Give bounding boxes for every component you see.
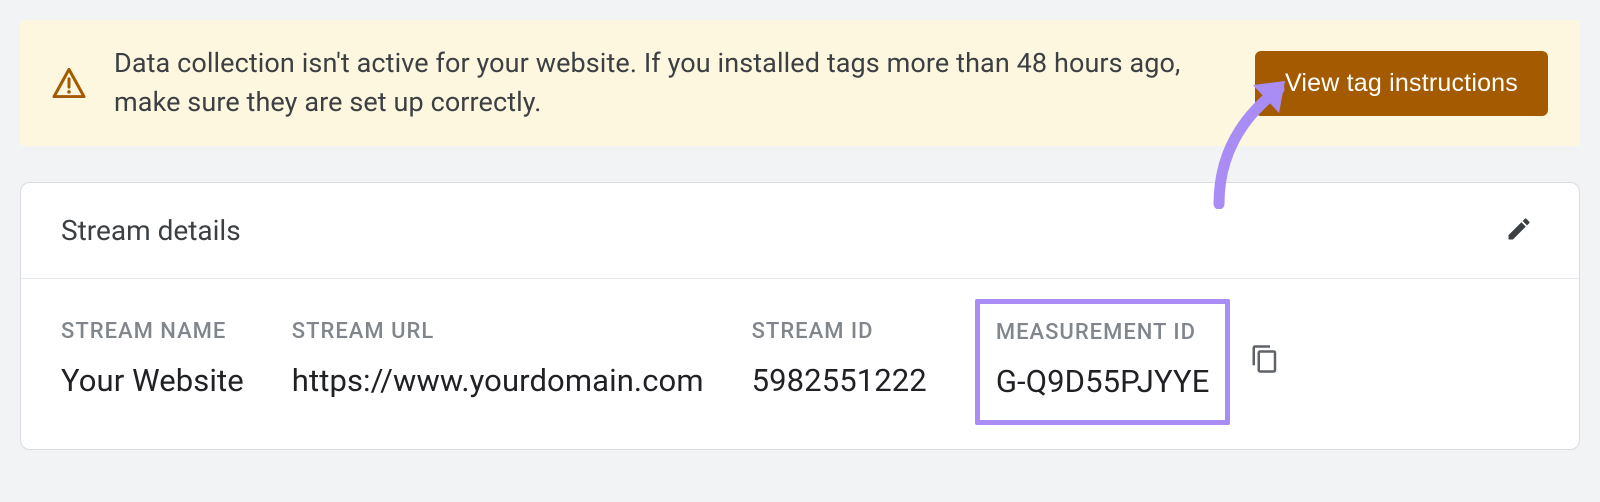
- field-label: STREAM ID: [752, 319, 927, 344]
- stream-id-field: STREAM ID 5982551222: [752, 319, 927, 399]
- field-value: Your Website: [61, 362, 244, 399]
- stream-url-field: STREAM URL https://www.yourdomain.com: [292, 319, 704, 399]
- banner-message: Data collection isn't active for your we…: [114, 44, 1227, 122]
- warning-icon: [52, 68, 86, 98]
- copy-icon: [1250, 362, 1280, 377]
- field-label: STREAM URL: [292, 319, 704, 344]
- measurement-id-field: MEASUREMENT ID G-Q9D55PJYYE: [975, 299, 1231, 425]
- view-tag-instructions-button[interactable]: View tag instructions: [1255, 51, 1548, 116]
- copy-button[interactable]: [1246, 340, 1284, 381]
- card-body: STREAM NAME Your Website STREAM URL http…: [21, 279, 1579, 449]
- pencil-icon: [1505, 231, 1533, 246]
- field-value: https://www.yourdomain.com: [292, 362, 704, 399]
- stream-name-field: STREAM NAME Your Website: [61, 319, 244, 399]
- card-header: Stream details: [21, 183, 1579, 279]
- field-value: G-Q9D55PJYYE: [996, 363, 1210, 400]
- stream-details-card: Stream details STREAM NAME Your Website …: [20, 182, 1580, 450]
- field-label: STREAM NAME: [61, 319, 244, 344]
- edit-button[interactable]: [1499, 209, 1539, 252]
- measurement-id-group: MEASUREMENT ID G-Q9D55PJYYE: [975, 319, 1285, 401]
- warning-banner: Data collection isn't active for your we…: [20, 20, 1580, 146]
- field-value: 5982551222: [752, 362, 927, 399]
- card-title: Stream details: [61, 214, 241, 247]
- field-label: MEASUREMENT ID: [996, 320, 1210, 345]
